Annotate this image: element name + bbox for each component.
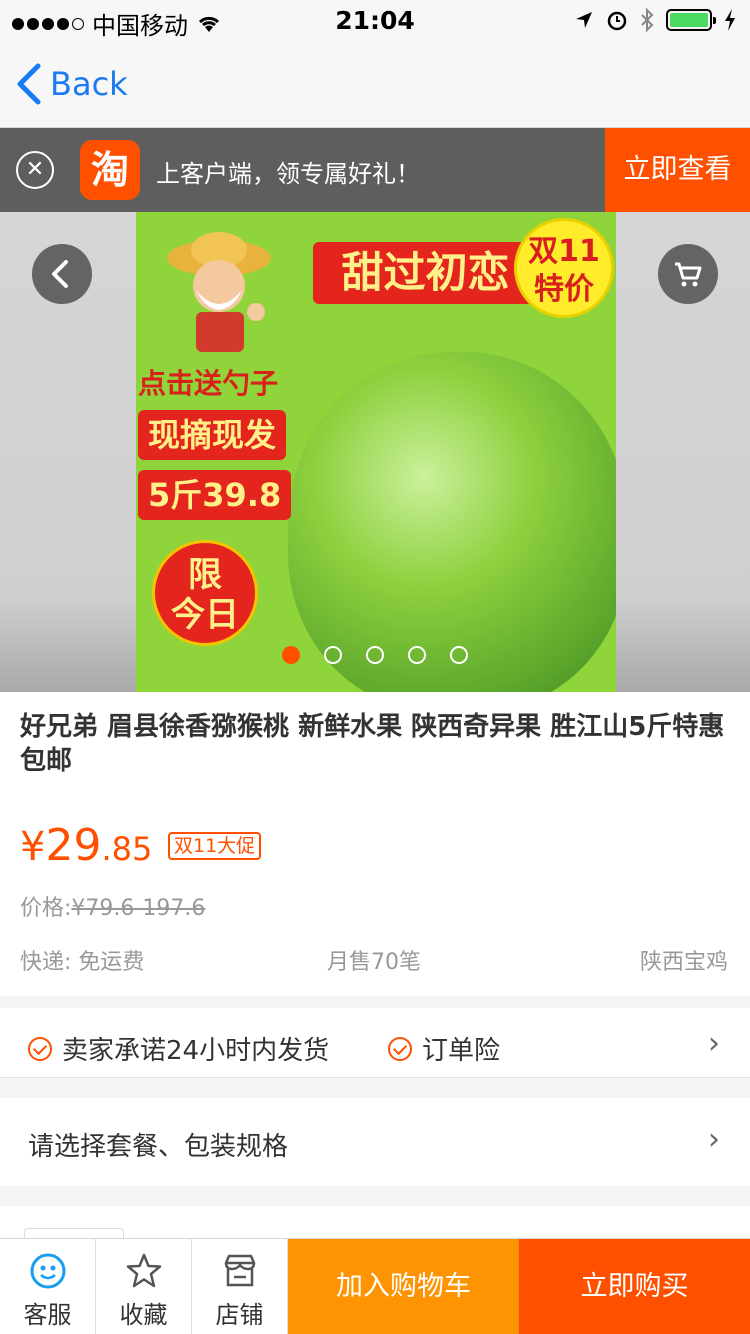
back-button[interactable]: Back — [16, 62, 128, 106]
image-double11-badge: 双11 特价 — [514, 218, 614, 318]
status-right — [574, 8, 736, 32]
bluetooth-icon — [641, 8, 654, 32]
product-title: 好兄弟 眉县徐香猕猴桃 新鲜水果 陕西奇异果 胜江山5斤特惠包邮 — [20, 712, 725, 776]
taobao-logo: 淘 — [80, 140, 140, 200]
spec-selector-label: 请选择套餐、包装规格 — [28, 1132, 289, 1162]
original-price: 价格:¥79.6-197.6 — [20, 890, 205, 922]
promo-badge: 双11大促 — [168, 832, 262, 860]
close-icon[interactable]: ✕ — [16, 151, 54, 189]
chevron-right-icon: › — [708, 1026, 720, 1061]
promise-label: 订单险 — [422, 1036, 501, 1066]
shop-button[interactable]: 店铺 — [192, 1239, 288, 1334]
image-today-badge: 限 今日 — [152, 540, 258, 646]
image-deal-tag: 5斤39.8 — [138, 470, 292, 520]
status-bar: 中国移动 21:04 — [0, 0, 750, 40]
product-info: 好兄弟 眉县徐香猕猴桃 新鲜水果 陕西奇异果 胜江山5斤特惠包邮 ¥ 29 .8… — [0, 692, 750, 996]
customer-service-label: 客服 — [23, 1301, 72, 1329]
ship-from-location: 陕西宝鸡 — [639, 950, 728, 975]
image-slogan: 甜过初恋 — [313, 242, 538, 304]
price-integer: 29 — [45, 820, 102, 871]
image-spoon-text: 点击送勺子 — [138, 367, 279, 400]
shopping-cart-icon — [675, 262, 702, 287]
gallery-pagination — [282, 646, 468, 664]
today-line2: 今日 — [171, 595, 239, 635]
shop-label: 店铺 — [215, 1301, 264, 1329]
price-symbol: ¥ — [20, 824, 46, 870]
badge-line2: 特价 — [534, 272, 594, 307]
chevron-left-icon — [17, 63, 41, 105]
product-gallery[interactable]: 甜过初恋 双11 特价 点击送勺子 现摘现发 5斤39.8 限 今日 — [0, 212, 750, 692]
service-promises-row[interactable]: 卖家承诺24小时内发货 订单险 › — [0, 1008, 750, 1078]
monthly-sales: 月售70笔 — [327, 950, 421, 975]
promise-item-shipping: 卖家承诺24小时内发货 — [28, 1030, 329, 1067]
gallery-back-button[interactable] — [32, 244, 92, 304]
location-arrow-icon — [576, 12, 592, 28]
check-circle-icon — [28, 1036, 52, 1061]
pagination-dot[interactable] — [366, 646, 384, 664]
price-decimal: .85 — [101, 830, 153, 868]
customer-service-button[interactable]: 客服 — [0, 1239, 96, 1334]
badge-line1: 双11 — [528, 234, 600, 269]
banner-text: 上客户端，领专属好礼！ — [156, 160, 420, 188]
pagination-dot[interactable] — [408, 646, 426, 664]
app-download-banner: ✕ 淘 上客户端，领专属好礼！ 立即查看 — [0, 128, 750, 212]
pagination-dot[interactable] — [324, 646, 342, 664]
pagination-dot[interactable] — [450, 646, 468, 664]
today-line1: 限 — [188, 555, 222, 595]
battery-icon — [666, 9, 716, 31]
open-app-button[interactable]: 立即查看 — [605, 128, 750, 212]
gallery-cart-button[interactable] — [658, 244, 718, 304]
farmer-mascot-icon — [167, 232, 271, 352]
charging-icon — [725, 9, 735, 31]
customer-service-icon — [30, 1253, 65, 1289]
favorite-button[interactable]: 收藏 — [96, 1239, 192, 1334]
star-icon — [126, 1253, 161, 1288]
add-to-cart-button[interactable]: 加入购物车 — [288, 1239, 519, 1334]
image-fresh-tag: 现摘现发 — [138, 410, 287, 460]
product-price: ¥ 29 .85 — [20, 820, 152, 871]
original-price-label: 价格: — [20, 896, 72, 921]
check-circle-icon — [388, 1036, 412, 1061]
favorite-label: 收藏 — [119, 1301, 168, 1329]
chevron-left-icon — [52, 260, 68, 288]
chevron-right-icon: › — [708, 1122, 720, 1157]
buy-now-button[interactable]: 立即购买 — [519, 1239, 750, 1334]
shipping-info: 快递: 免运费 — [20, 950, 145, 975]
alarm-icon — [607, 11, 627, 31]
store-icon — [224, 1254, 255, 1287]
product-image[interactable]: 甜过初恋 双11 特价 点击送勺子 现摘现发 5斤39.8 限 今日 — [136, 212, 616, 692]
spec-selector-row[interactable]: 请选择套餐、包装规格 › — [0, 1098, 750, 1186]
back-label: Back — [50, 65, 128, 103]
promise-label: 卖家承诺24小时内发货 — [62, 1036, 330, 1066]
pagination-dot[interactable] — [282, 646, 300, 664]
kiwi-fruit-image — [288, 352, 616, 692]
promise-item-insurance: 订单险 — [388, 1030, 500, 1067]
bottom-action-bar: 客服 收藏 店铺 加入购物车 立即购买 — [0, 1238, 750, 1334]
original-price-value: ¥79.6-197.6 — [71, 896, 206, 921]
navigation-bar: Back — [0, 40, 750, 128]
